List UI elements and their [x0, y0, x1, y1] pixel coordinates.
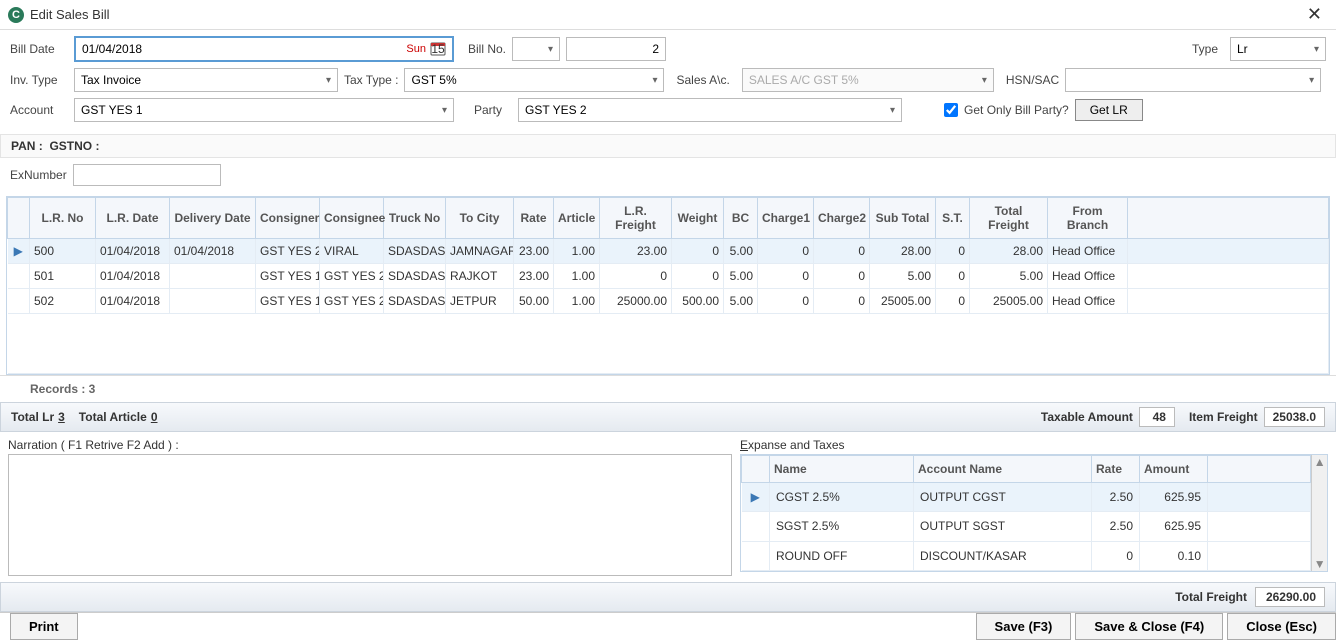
tax-row[interactable]: ROUND OFFDISCOUNT/KASAR00.10 — [742, 541, 1311, 570]
item-freight-value: 25038.0 — [1264, 407, 1325, 427]
total-freight-bar: Total Freight 26290.00 — [0, 582, 1336, 612]
tax-col-account[interactable]: Account Name — [914, 456, 1092, 483]
lr-grid[interactable]: L.R. No L.R. Date Delivery Date Consigne… — [6, 196, 1330, 375]
expense-scrollbar[interactable]: ▲▼ — [1311, 455, 1327, 571]
table-row[interactable]: 50201/04/2018GST YES 1GST YES 2 SDASDASJ… — [8, 289, 1329, 314]
print-button[interactable]: Print — [10, 613, 78, 640]
col-bc[interactable]: BC — [724, 198, 758, 239]
col-branch[interactable]: From Branch — [1048, 198, 1128, 239]
tax-row[interactable]: ▶CGST 2.5%OUTPUT CGST2.50625.95 — [742, 483, 1311, 512]
hsn-select[interactable] — [1065, 68, 1321, 92]
narration-label: Narration ( F1 Retrive F2 Add ) : — [8, 436, 732, 454]
hsn-label: HSN/SAC — [1006, 73, 1059, 87]
tax-col-rate[interactable]: Rate — [1092, 456, 1140, 483]
save-button[interactable]: Save (F3) — [976, 613, 1072, 640]
table-row[interactable]: 50101/04/2018GST YES 1GST YES 2 SDASDASR… — [8, 264, 1329, 289]
exnumber-field[interactable] — [73, 164, 221, 186]
bill-date-day: Sun — [406, 43, 426, 55]
taxable-amount-value: 48 — [1139, 407, 1175, 427]
tax-type-select[interactable] — [404, 68, 664, 92]
bill-date-input[interactable] — [82, 42, 406, 56]
close-icon[interactable]: ✕ — [1301, 4, 1328, 25]
total-freight-value: 26290.00 — [1255, 587, 1325, 607]
bill-date-label: Bill Date — [10, 42, 68, 56]
col-weight[interactable]: Weight — [672, 198, 724, 239]
inv-type-select[interactable] — [74, 68, 338, 92]
app-logo-icon: C — [8, 7, 24, 23]
narration-textarea[interactable] — [8, 454, 732, 576]
records-count: Records : 3 — [0, 375, 1336, 402]
col-c2[interactable]: Charge2 — [814, 198, 870, 239]
type-select[interactable] — [1230, 37, 1326, 61]
tax-type-label: Tax Type : — [344, 73, 398, 87]
tax-row[interactable]: SGST 2.5%OUTPUT SGST2.50625.95 — [742, 512, 1311, 541]
col-st[interactable]: S.T. — [936, 198, 970, 239]
table-row[interactable]: ▶ 50001/04/201801/04/2018GST YES 2VIRAL … — [8, 239, 1329, 264]
close-button[interactable]: Close (Esc) — [1227, 613, 1336, 640]
type-label: Type — [1192, 42, 1218, 56]
inv-type-label: Inv. Type — [10, 73, 68, 87]
save-close-button[interactable]: Save & Close (F4) — [1075, 613, 1223, 640]
tax-col-amount[interactable]: Amount — [1140, 456, 1208, 483]
col-deldate[interactable]: Delivery Date — [170, 198, 256, 239]
expense-grid[interactable]: Name Account Name Rate Amount ▶CGST 2.5%… — [740, 454, 1328, 572]
bill-no-prefix-select[interactable] — [512, 37, 560, 61]
window-title: Edit Sales Bill — [30, 7, 1301, 22]
sales-ac-select: SALES A/C GST 5% — [742, 68, 994, 92]
party-label: Party — [474, 103, 502, 117]
sales-ac-label: Sales A\c. — [676, 73, 729, 87]
expense-heading: Expanse and Taxes — [740, 436, 1328, 454]
get-lr-button[interactable]: Get LR — [1075, 99, 1143, 121]
calendar-icon[interactable]: 15 — [430, 40, 446, 58]
tax-col-name[interactable]: Name — [770, 456, 914, 483]
svg-text:15: 15 — [431, 42, 445, 56]
col-c1[interactable]: Charge1 — [758, 198, 814, 239]
col-lrfreight[interactable]: L.R. Freight — [600, 198, 672, 239]
col-totfreight[interactable]: Total Freight — [970, 198, 1048, 239]
col-consignee[interactable]: Consignee — [320, 198, 384, 239]
account-label: Account — [10, 103, 68, 117]
col-tocity[interactable]: To City — [446, 198, 514, 239]
total-lr-value: 3 — [58, 410, 65, 424]
get-only-bill-party-label: Get Only Bill Party? — [964, 103, 1069, 117]
col-consigner[interactable]: Consigner — [256, 198, 320, 239]
total-article-value: 0 — [151, 410, 158, 424]
col-rate[interactable]: Rate — [514, 198, 554, 239]
exnumber-label: ExNumber — [10, 168, 67, 182]
party-select[interactable] — [518, 98, 902, 122]
col-article[interactable]: Article — [554, 198, 600, 239]
pan-gstno-bar: PAN : GSTNO : — [0, 134, 1336, 158]
col-truck[interactable]: Truck No — [384, 198, 446, 239]
col-lrno[interactable]: L.R. No — [30, 198, 96, 239]
account-select[interactable] — [74, 98, 454, 122]
row-indicator-header — [8, 198, 30, 239]
bill-no-label: Bill No. — [468, 42, 506, 56]
totals-bar: Total Lr 3 Total Article 0 Taxable Amoun… — [0, 402, 1336, 432]
col-lrdate[interactable]: L.R. Date — [96, 198, 170, 239]
bill-no-field[interactable] — [566, 37, 666, 61]
col-subtotal[interactable]: Sub Total — [870, 198, 936, 239]
get-only-bill-party-checkbox[interactable] — [944, 103, 958, 117]
bill-date-field[interactable]: Sun 15 — [74, 36, 454, 62]
